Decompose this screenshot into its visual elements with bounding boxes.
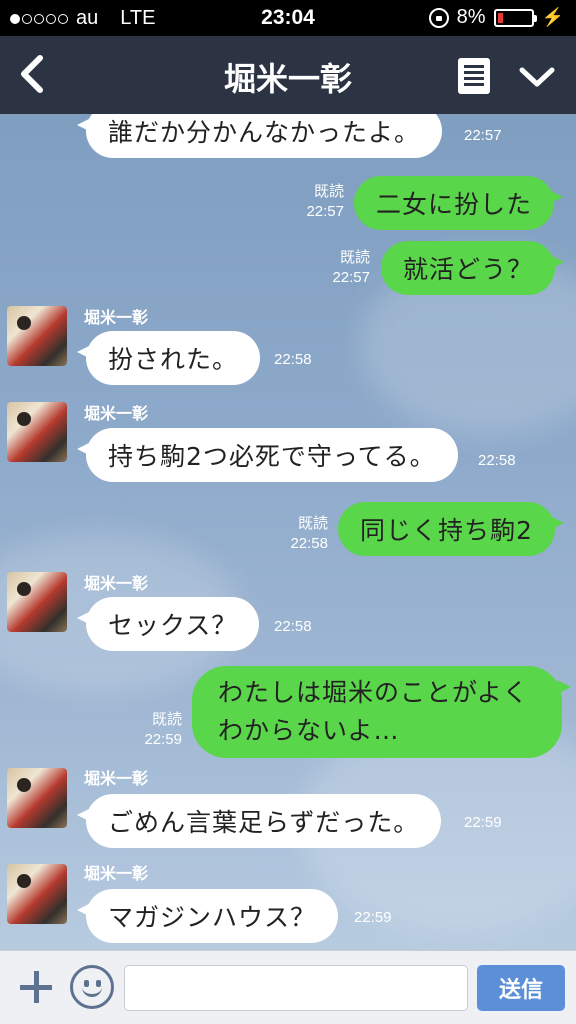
notes-icon[interactable]	[458, 58, 490, 94]
message-bubble[interactable]: セックス？	[76, 597, 260, 651]
read-receipt: 既読	[151, 711, 182, 728]
avatar[interactable]	[7, 768, 67, 828]
message-time: 22:59	[144, 731, 182, 748]
message-bubble[interactable]: マガジンハウス？	[76, 889, 339, 943]
message-bubble[interactable]: ごめん言葉足らずだった。	[76, 794, 442, 848]
message-bubble[interactable]: 同じく持ち駒2	[338, 502, 564, 556]
avatar[interactable]	[7, 306, 67, 366]
status-bar: au LTE 23:04 8% ⚡	[0, 0, 576, 36]
chevron-down-icon[interactable]	[518, 62, 556, 92]
message-meta: 既読 22:57	[322, 248, 370, 288]
message-bubble[interactable]: 二女に扮した	[354, 176, 564, 230]
sender-name: 堀米一彰	[84, 308, 149, 327]
message-time: 22:57	[464, 127, 502, 144]
message-bubble[interactable]: 持ち駒2つ必死で守ってる。	[77, 428, 458, 482]
message-meta: 既読 22:57	[296, 182, 344, 222]
chat-log[interactable]: 誰だか分かんなかったよ。 22:57 既読 22:57 二女に扮した 既読 22…	[0, 114, 576, 950]
message-meta: 既読 22:59	[134, 710, 182, 750]
sender-name: 堀米一彰	[84, 404, 149, 423]
smiley-icon[interactable]	[70, 965, 114, 1009]
read-receipt: 既読	[313, 183, 344, 200]
read-receipt: 既読	[339, 249, 370, 266]
message-time: 22:58	[274, 351, 312, 368]
message-bubble[interactable]: 扮された。	[76, 331, 261, 385]
message-time: 22:59	[464, 814, 502, 831]
avatar[interactable]	[7, 864, 67, 924]
message-time: 22:57	[332, 269, 370, 286]
message-input[interactable]	[124, 965, 468, 1011]
message-time: 22:58	[274, 618, 312, 635]
avatar[interactable]	[7, 402, 67, 462]
chat-header: 堀米一彰	[0, 36, 576, 114]
message-time: 22:58	[478, 452, 516, 469]
avatar[interactable]	[7, 572, 67, 632]
message-bubble[interactable]: わたしは堀米のことがよくわからないよ…	[192, 666, 571, 758]
message-input-bar: 送信	[0, 950, 576, 1024]
message-time: 22:57	[306, 203, 344, 220]
sender-name: 堀米一彰	[84, 769, 149, 788]
message-time: 22:58	[290, 535, 328, 552]
message-bubble[interactable]: 就活どう？	[381, 241, 565, 295]
bolt-icon: ⚡	[541, 7, 564, 27]
message-bubble[interactable]: 誰だか分かんなかったよ。	[76, 114, 443, 158]
read-receipt: 既読	[297, 515, 328, 532]
sender-name: 堀米一彰	[84, 864, 149, 883]
message-time: 22:59	[354, 909, 392, 926]
plus-icon[interactable]	[18, 969, 54, 1005]
send-button[interactable]: 送信	[477, 965, 565, 1011]
battery-low-icon	[493, 8, 537, 27]
rotation-lock-icon	[428, 7, 449, 28]
message-meta: 既読 22:58	[280, 514, 328, 554]
battery-percent: 8%	[456, 6, 486, 28]
sender-name: 堀米一彰	[84, 574, 149, 593]
